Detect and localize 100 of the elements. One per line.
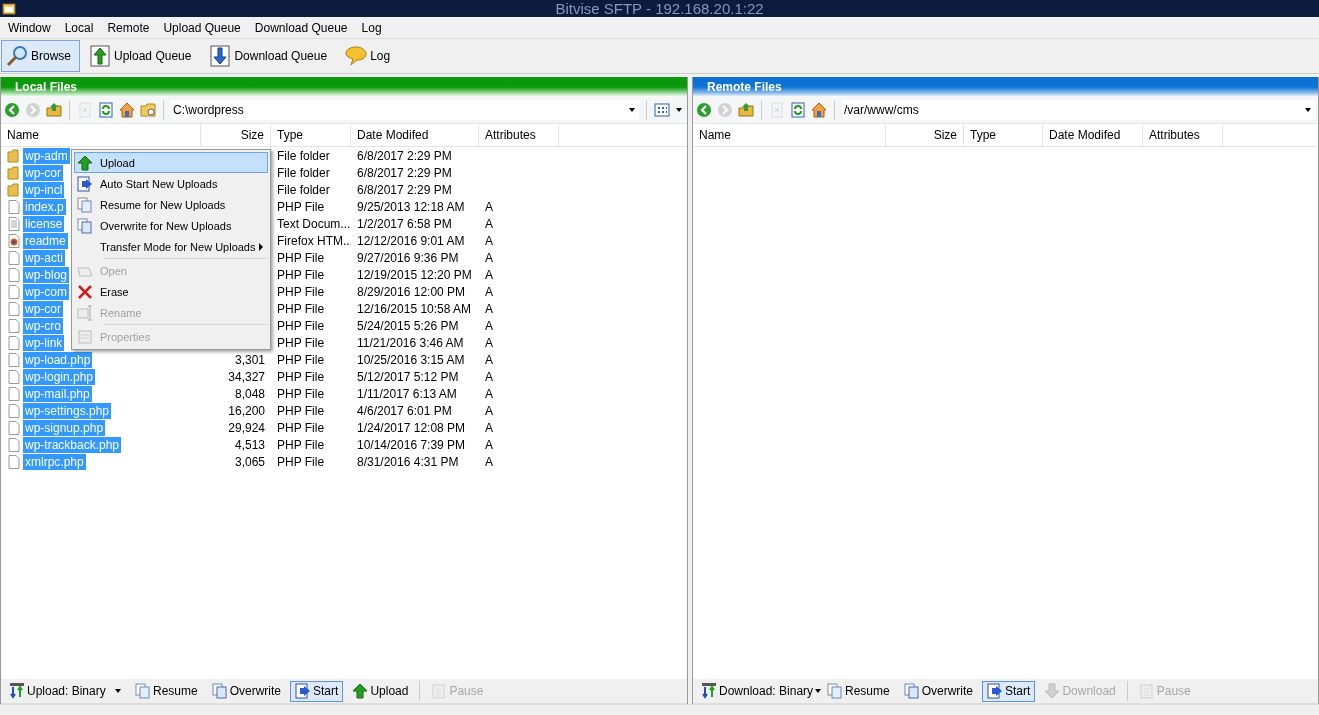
toolbar-button[interactable]: Browse (1, 40, 80, 72)
file-icon (7, 267, 21, 282)
home-icon[interactable] (811, 102, 827, 118)
table-cell: PHP File (277, 386, 325, 401)
column-header[interactable]: Date Modifed (351, 124, 479, 146)
pages-icon (77, 217, 93, 234)
toolbar-button[interactable]: Upload (347, 680, 414, 702)
table-cell: PHP File (277, 369, 325, 384)
table-cell: A (485, 437, 493, 452)
window-title: Bitvise SFTP - 192.168.20.1:22 (555, 0, 764, 17)
toolbar-button[interactable]: Overwrite (206, 680, 287, 702)
column-header[interactable]: Type (271, 124, 351, 146)
table-cell: 16,200 (228, 403, 265, 418)
column-header[interactable]: Date Modifed (1043, 124, 1143, 146)
file-icon (7, 386, 21, 401)
folder-icon[interactable] (140, 102, 156, 118)
speech-bubble-icon (345, 45, 368, 67)
menu-item[interactable]: Remote (100, 17, 157, 38)
path-field[interactable]: /var/www/cms (842, 100, 1315, 120)
table-cell: 6/8/2017 2:29 PM (357, 182, 452, 197)
table-cell: A (485, 233, 493, 248)
document-icon (431, 683, 448, 699)
menu-item[interactable]: Upload (74, 152, 268, 173)
table-cell: A (485, 335, 493, 350)
html-file-icon (7, 233, 21, 248)
toolbar-button[interactable]: Download Queue (204, 40, 337, 72)
table-cell: Text Docum... (277, 216, 351, 231)
column-header[interactable]: Attributes (1143, 124, 1223, 146)
table-cell: A (485, 199, 493, 214)
search-icon (6, 45, 28, 67)
menu-item[interactable]: Window (1, 17, 58, 38)
transfer-mode-dropdown[interactable]: Upload: Binary (4, 680, 126, 702)
table-cell: A (485, 386, 493, 401)
folder-up-icon[interactable] (738, 102, 754, 118)
table-cell: PHP File (277, 284, 325, 299)
back-icon[interactable] (696, 102, 712, 118)
column-header[interactable]: Name (693, 124, 886, 146)
toolbar-button[interactable]: Overwrite (898, 680, 979, 702)
column-header[interactable]: Size (201, 124, 271, 146)
download-icon (209, 45, 232, 67)
up-arrow-icon (352, 683, 369, 699)
table-cell: 5/12/2017 5:12 PM (357, 369, 459, 384)
table-cell: A (485, 284, 493, 299)
column-header[interactable]: Name (1, 124, 201, 146)
folder-icon (7, 182, 21, 197)
table-cell: A (485, 454, 493, 469)
toolbar-button[interactable]: Upload Queue (84, 40, 201, 72)
menu-item[interactable]: Download Queue (247, 17, 355, 38)
table-cell: File folder (277, 182, 330, 197)
file-icon (7, 403, 21, 418)
menu-item[interactable]: Upload Queue (156, 17, 248, 38)
folder-up-icon[interactable] (46, 102, 62, 118)
menu-item[interactable]: Local (57, 17, 101, 38)
table-cell: 1/24/2017 12:08 PM (357, 420, 466, 435)
text-file-icon (7, 216, 21, 231)
table-cell: 6/8/2017 2:29 PM (357, 148, 452, 163)
table-cell: File folder (277, 148, 330, 163)
dropdown-caret-icon[interactable] (629, 108, 635, 112)
table-cell: 11/21/2016 3:46 AM (357, 335, 464, 350)
table-cell: PHP File (277, 420, 325, 435)
table-cell: Firefox HTM... (277, 233, 351, 248)
refresh-icon[interactable] (790, 102, 806, 118)
toolbar-button[interactable]: Resume (822, 680, 895, 702)
toolbar-button[interactable]: Start (290, 680, 344, 702)
menu-item[interactable]: Log (354, 17, 389, 38)
file-icon (7, 369, 21, 384)
table-cell: PHP File (277, 267, 325, 282)
panel-title: Local Files (15, 80, 78, 94)
binary-arrows-icon (9, 683, 25, 699)
table-cell: A (485, 369, 493, 384)
toolbar-button[interactable]: Start (982, 680, 1036, 702)
column-header[interactable]: Attributes (479, 124, 559, 146)
menu-item[interactable]: Erase (74, 281, 268, 302)
view-menu-button[interactable] (654, 102, 684, 118)
menu-item[interactable]: Auto Start New Uploads (74, 173, 268, 194)
transfer-mode-dropdown[interactable]: Download: Binary (696, 680, 818, 702)
menu-item[interactable]: Overwrite for New Uploads (74, 215, 268, 236)
column-header[interactable]: Type (964, 124, 1043, 146)
home-icon[interactable] (119, 102, 135, 118)
toolbar-button[interactable]: Log (340, 40, 400, 72)
back-icon[interactable] (4, 102, 20, 118)
table-cell: 6/8/2017 2:29 PM (357, 165, 452, 180)
cross-icon (77, 283, 93, 300)
pages-icon (211, 683, 228, 699)
dropdown-caret-icon[interactable] (1305, 108, 1311, 112)
table-cell: PHP File (277, 454, 325, 469)
pages-icon (827, 683, 843, 699)
properties-icon (77, 328, 93, 345)
document-arrow-icon (295, 683, 312, 699)
menu-item[interactable]: Resume for New Uploads (74, 194, 268, 215)
table-cell: 10/25/2016 3:15 AM (357, 352, 465, 367)
path-field[interactable]: C:\wordpress (171, 100, 639, 120)
table-cell: PHP File (277, 403, 325, 418)
table-cell: 8/29/2016 12:00 PM (357, 284, 466, 299)
table-cell: 8/31/2016 4:31 PM (357, 454, 459, 469)
file-icon (7, 250, 21, 265)
column-header[interactable]: Size (886, 124, 964, 146)
toolbar-button[interactable]: Resume (130, 680, 203, 702)
refresh-icon[interactable] (98, 102, 114, 118)
menu-item[interactable]: Transfer Mode for New Uploads (74, 236, 268, 257)
